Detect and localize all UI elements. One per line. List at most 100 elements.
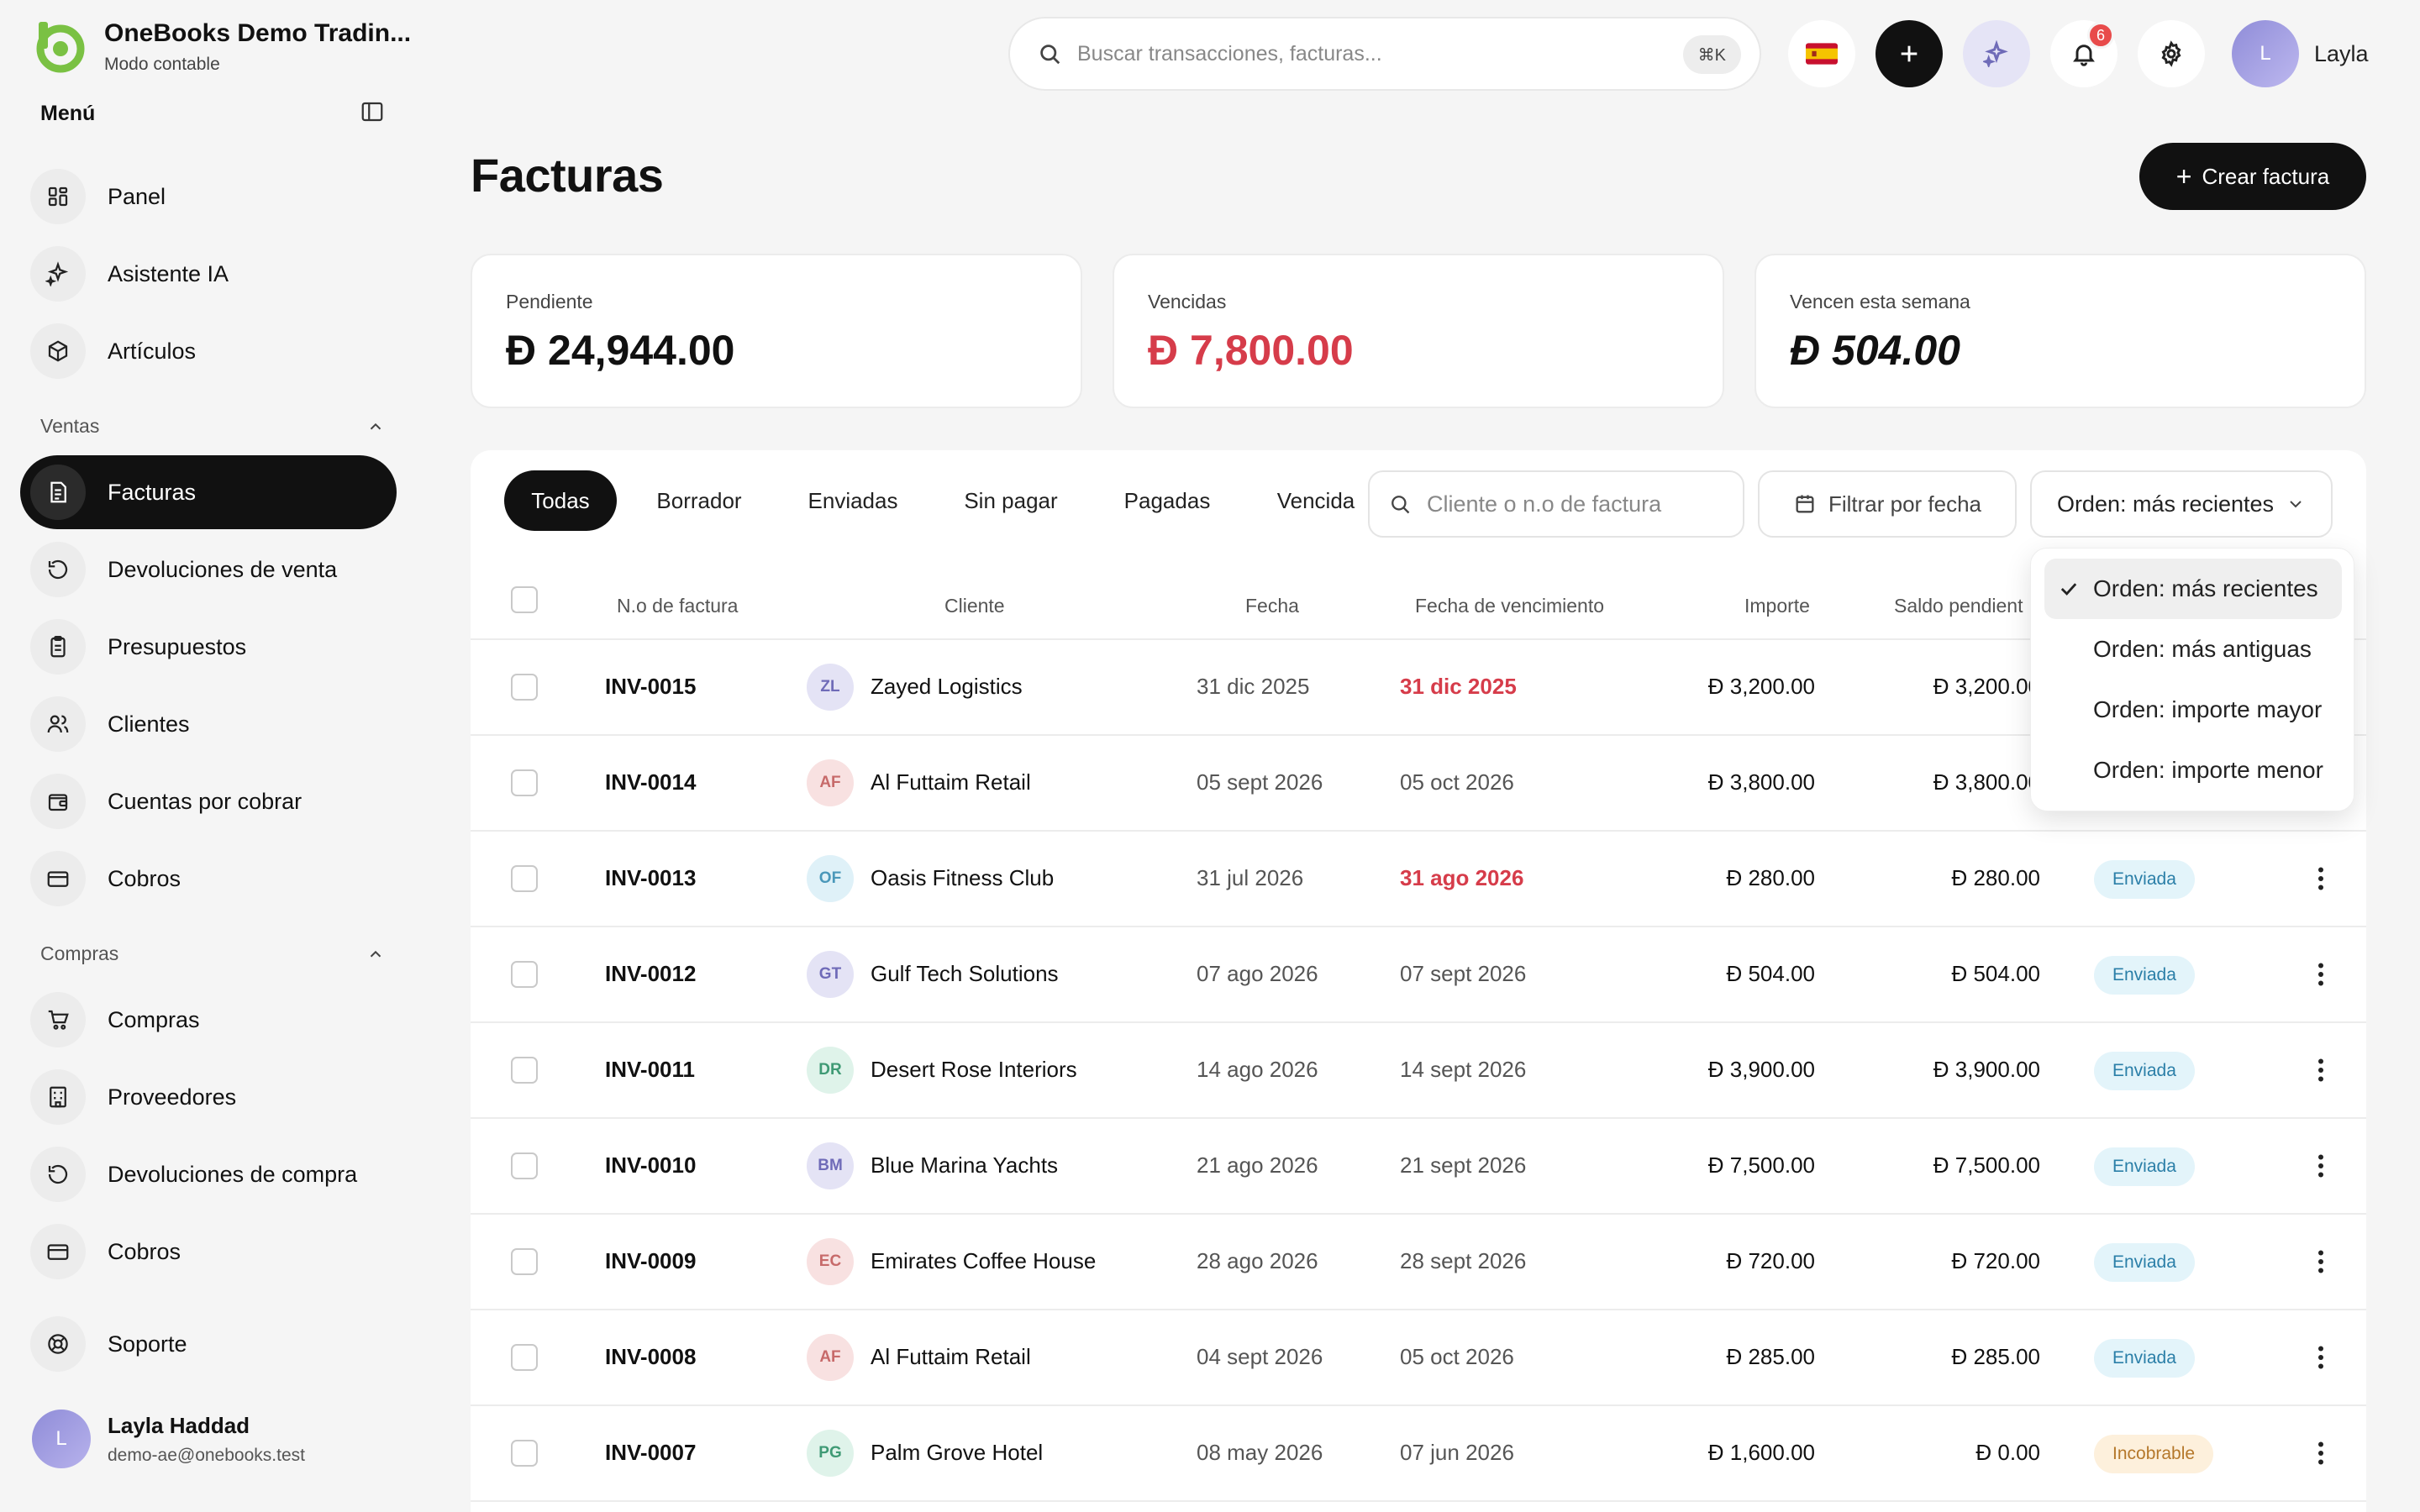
invoice-date: 14 ago 2026 — [1197, 1057, 1318, 1082]
sidebar-item-panel[interactable]: Panel — [20, 160, 397, 234]
sidebar-user-card[interactable]: L Layla Haddad demo-ae@onebooks.test — [32, 1410, 305, 1468]
search-input[interactable] — [1077, 41, 1649, 66]
quick-create-button[interactable] — [1876, 20, 1943, 87]
sidebar-item-payments[interactable]: Cobros — [20, 1215, 397, 1289]
invoice-amount: Ð 3,900.00 — [1647, 1057, 1815, 1083]
sidebar-item-invoices[interactable]: Facturas — [20, 455, 397, 529]
currency-symbol: Ð — [1933, 769, 1949, 795]
row-checkbox[interactable] — [511, 1152, 538, 1179]
tab-overdue[interactable]: Vencida — [1265, 470, 1366, 531]
row-checkbox[interactable] — [511, 674, 538, 701]
select-all-checkbox[interactable] — [511, 586, 538, 613]
top-user-menu[interactable]: L Layla — [2232, 20, 2369, 87]
tab-all[interactable]: Todas — [504, 470, 617, 531]
global-search[interactable]: ⌘K — [1008, 17, 1761, 91]
tab-sent[interactable]: Enviadas — [793, 470, 913, 531]
chevron-up-icon — [370, 950, 381, 957]
settings-button[interactable] — [2138, 20, 2205, 87]
row-checkbox[interactable] — [511, 1344, 538, 1371]
more-options-icon[interactable] — [2306, 1342, 2336, 1373]
column-header-invoice-number[interactable]: N.o de factura — [617, 595, 738, 617]
invoice-number[interactable]: INV-0007 — [605, 1440, 696, 1466]
invoice-amount: Ð 3,200.00 — [1647, 674, 1815, 700]
column-header-amount[interactable]: Importe — [1744, 595, 1810, 617]
create-invoice-button[interactable]: + Crear factura — [2139, 143, 2366, 210]
table-row[interactable]: INV-0011 DR Desert Rose Interiors 14 ago 20… — [471, 1023, 2366, 1119]
tab-draft[interactable]: Borrador — [640, 470, 758, 531]
column-header-client[interactable]: Cliente — [944, 595, 1005, 617]
sort-option-amount-low[interactable]: Orden: importe menor — [2044, 740, 2342, 801]
more-options-icon[interactable] — [2306, 1151, 2336, 1181]
invoice-amount: Ð 280.00 — [1647, 865, 1815, 891]
invoice-icon — [30, 465, 86, 520]
section-sales-header[interactable]: Ventas — [40, 415, 385, 438]
language-button[interactable] — [1788, 20, 1855, 87]
sort-select[interactable]: Orden: más recientes — [2030, 470, 2333, 538]
invoice-number[interactable]: INV-0013 — [605, 865, 696, 891]
sidebar-item-label: Cobros — [108, 865, 182, 891]
date-filter-button[interactable]: Filtrar por fecha — [1758, 470, 2017, 538]
currency-symbol: Ð — [1951, 1344, 1968, 1369]
table-row[interactable]: INV-0010 BM Blue Marina Yachts 21 ago 2026 2… — [471, 1119, 2366, 1215]
notifications-button[interactable]: 6 — [2050, 20, 2118, 87]
brand[interactable]: OneBooks Demo Tradin... Modo contable — [32, 18, 411, 76]
sidebar-item-purchase-returns[interactable]: Devoluciones de compra — [20, 1137, 397, 1211]
sort-option-oldest[interactable]: Orden: más antiguas — [2044, 619, 2342, 680]
table-row[interactable]: INV-0013 OF Oasis Fitness Club 31 jul 2026 3… — [471, 832, 2366, 927]
invoice-number[interactable]: INV-0008 — [605, 1344, 696, 1370]
sidebar-item-ai-assistant[interactable]: Asistente IA — [20, 237, 397, 311]
column-header-date[interactable]: Fecha — [1245, 595, 1299, 617]
section-purchases-header[interactable]: Compras — [40, 942, 385, 965]
sidebar-item-clients[interactable]: Clientes — [20, 687, 397, 761]
table-row[interactable]: INV-0007 PG Palm Grove Hotel 08 may 2026 07 … — [471, 1406, 2366, 1502]
client-search-field[interactable] — [1368, 470, 1744, 538]
sidebar-item-support[interactable]: Soporte — [20, 1307, 397, 1381]
column-header-balance[interactable]: Saldo pendient — [1894, 595, 2023, 617]
sidebar-item-sales-returns[interactable]: Devoluciones de venta — [20, 533, 397, 606]
sort-option-newest[interactable]: Orden: más recientes — [2044, 559, 2342, 619]
invoice-number[interactable]: INV-0014 — [605, 769, 696, 795]
balance-due: Ð 3,200.00 — [1872, 674, 2040, 700]
invoice-number[interactable]: INV-0011 — [605, 1057, 695, 1083]
row-checkbox[interactable] — [511, 769, 538, 796]
sidebar-item-label: Soporte — [108, 1331, 187, 1357]
tab-unpaid[interactable]: Sin pagar — [951, 470, 1071, 531]
more-options-icon[interactable] — [2306, 1438, 2336, 1468]
sidebar-item-suppliers[interactable]: Proveedores — [20, 1060, 397, 1134]
chevron-up-icon — [370, 423, 381, 429]
column-header-due-date[interactable]: Fecha de vencimiento — [1415, 595, 1604, 617]
sidebar-item-quotes[interactable]: Presupuestos — [20, 610, 397, 684]
invoice-number[interactable]: INV-0010 — [605, 1152, 696, 1179]
sort-option-amount-high[interactable]: Orden: importe mayor — [2044, 680, 2342, 740]
sidebar-item-receivables[interactable]: Cuentas por cobrar — [20, 764, 397, 838]
more-options-icon[interactable] — [2306, 959, 2336, 990]
invoice-number[interactable]: INV-0015 — [605, 674, 696, 700]
more-options-icon[interactable] — [2306, 1247, 2336, 1277]
more-options-icon[interactable] — [2306, 1055, 2336, 1085]
row-checkbox[interactable] — [511, 1057, 538, 1084]
table-row[interactable]: INV-0008 AF Al Futtaim Retail 04 sept 2026 0… — [471, 1310, 2366, 1406]
row-checkbox[interactable] — [511, 865, 538, 892]
sidebar-item-label: Clientes — [108, 711, 190, 737]
row-checkbox[interactable] — [511, 961, 538, 988]
currency-symbol: Ð — [1726, 961, 1743, 986]
table-row[interactable]: INV-0009 EC Emirates Coffee House 28 ago 20… — [471, 1215, 2366, 1310]
more-options-icon[interactable] — [2306, 864, 2336, 894]
tab-paid[interactable]: Pagadas — [1111, 470, 1223, 531]
users-icon — [30, 696, 86, 752]
sidebar-item-articles[interactable]: Artículos — [20, 314, 397, 388]
row-checkbox[interactable] — [511, 1248, 538, 1275]
client-name: Palm Grove Hotel — [871, 1440, 1044, 1465]
stat-card-overdue: Vencidas Ð 7,800.00 — [1113, 254, 1724, 408]
sidebar-toggle-icon[interactable] — [360, 99, 385, 129]
sidebar-item-purchases[interactable]: Compras — [20, 983, 397, 1057]
table-row[interactable]: INV-0012 GT Gulf Tech Solutions 07 ago 2026… — [471, 927, 2366, 1023]
currency-symbol: Ð — [506, 327, 537, 374]
ai-assistant-button[interactable] — [1963, 20, 2030, 87]
invoice-number[interactable]: INV-0012 — [605, 961, 696, 987]
client-search-input[interactable] — [1427, 491, 1712, 517]
sidebar-item-collections[interactable]: Cobros — [20, 842, 397, 916]
notification-badge: 6 — [2087, 22, 2114, 49]
invoice-number[interactable]: INV-0009 — [605, 1248, 696, 1274]
row-checkbox[interactable] — [511, 1440, 538, 1467]
